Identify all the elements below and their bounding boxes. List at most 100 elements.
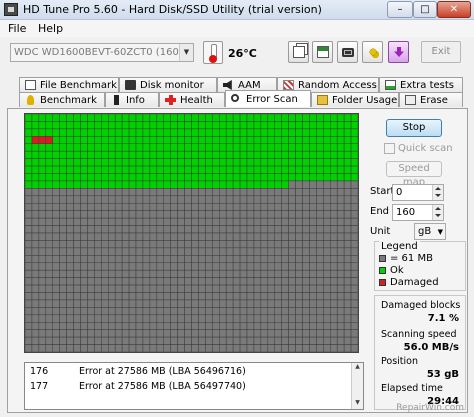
scan-block [232,121,241,130]
scan-block [302,329,310,338]
scan-block [260,277,269,286]
scan-block [149,314,158,323]
save-button[interactable] [388,41,409,63]
scan-block [336,292,345,301]
scan-block [73,128,81,137]
scan-block [281,247,289,256]
scan-block [281,262,289,271]
start-spinner[interactable] [432,185,443,200]
scan-block [198,232,206,241]
scan-block [73,180,81,189]
start-field[interactable]: 0 [392,184,444,201]
scan-block [45,203,53,211]
scan-block [73,203,81,211]
scan-block [142,180,151,189]
thermometer-icon [203,41,223,64]
scan-block [330,307,338,316]
scan-block [52,150,60,159]
quick-scan-checkbox[interactable] [384,143,395,154]
scan-block [114,121,123,130]
scan-block [59,203,67,211]
scan-block [135,225,144,234]
scan-block [205,128,213,137]
scan-block [170,262,178,271]
scan-block [108,240,116,249]
scan-block [135,240,144,249]
tab-file-benchmark[interactable]: File Benchmark [19,77,119,92]
scan-block [121,195,130,204]
scan-block [246,329,255,338]
scroll-down-icon[interactable]: ▼ [352,399,363,409]
tab-disk-monitor[interactable]: Disk monitor [119,77,217,92]
speed-map-button[interactable]: Speed map [386,161,442,188]
scan-block [219,150,227,159]
app-icon [4,3,18,16]
scan-block [80,136,88,144]
scan-block [142,173,151,182]
scroll-up-icon[interactable]: ▲ [352,363,363,373]
log-scrollbar[interactable]: ▲ ▼ [351,363,363,409]
scan-block [316,173,324,182]
scan-block [205,158,213,167]
scan-block [309,314,317,323]
stop-button[interactable]: Stop [386,119,442,137]
scan-block [191,136,199,144]
log-row[interactable]: 176 Error at 27586 MB (LBA 56496716) [25,366,345,380]
scan-block [323,114,331,122]
tab-erase[interactable]: Erase [399,92,463,107]
scan-block [38,128,47,137]
minimize-button[interactable]: – [387,1,413,18]
scan-block [38,299,47,308]
scan-block [149,210,158,219]
scan-block [59,344,67,352]
scan-block [114,232,123,241]
scan-block [52,314,60,323]
log-row[interactable]: 177 Error at 27586 MB (LBA 56497740) [25,381,345,395]
scan-block [350,150,358,159]
copy-button[interactable] [288,41,309,63]
scan-block [31,277,40,286]
scan-block [87,277,95,286]
tab-folder-usage[interactable]: Folder Usage [311,92,399,107]
end-spinner[interactable] [432,205,443,220]
scan-block [232,180,241,189]
copy-screen-button[interactable] [312,41,333,63]
scan-block [316,232,324,241]
scan-block [25,269,33,278]
close-button[interactable]: ✕ [437,1,471,18]
unit-select[interactable]: gB ▼ [414,223,446,240]
scan-block [156,173,164,182]
scan-block [246,150,255,159]
scan-block [198,292,206,301]
end-field[interactable]: 160 [392,204,444,221]
scan-block [246,284,255,293]
scan-block [205,217,213,226]
scan-block [309,277,317,286]
scan-block [330,240,338,249]
scan-block [114,329,123,338]
drive-select[interactable]: WDC WD1600BEVT-60ZCT0 (160 gB) ▼ [10,43,194,62]
scan-block [302,262,310,271]
scan-block [25,255,33,263]
menu-help[interactable]: Help [38,22,63,35]
scan-block [163,277,171,286]
scan-block [80,262,88,271]
maximize-button[interactable]: □ [413,1,437,18]
tab-extra-tests[interactable]: Extra tests [379,77,463,92]
exit-button[interactable]: Exit [421,41,461,63]
scan-block [205,329,213,338]
scan-block [114,225,123,234]
scan-block [212,232,220,241]
error-log-list[interactable]: 176 Error at 27586 MB (LBA 56496716) 177… [24,362,364,410]
options-button[interactable] [362,41,383,63]
tab-health[interactable]: Health [159,92,225,107]
scan-block [31,203,40,211]
scan-block [316,284,324,293]
tab-error-scan[interactable]: Error Scan [225,90,311,107]
scan-block [274,322,282,330]
menu-file[interactable]: File [8,22,26,35]
tab-info[interactable]: Info [105,92,159,107]
tab-benchmark[interactable]: Benchmark [19,92,105,107]
screenshot-button[interactable] [337,41,358,63]
legend-box: Legend = 61 MB Ok Damaged [374,241,466,291]
